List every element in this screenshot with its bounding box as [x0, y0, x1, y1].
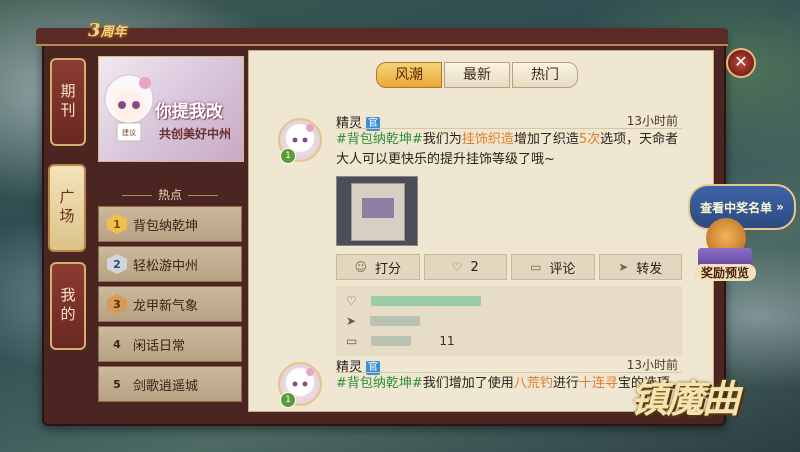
tab-square-label: 广场	[57, 189, 76, 227]
content-text: 我们为	[422, 132, 462, 147]
post-time: 13小时前	[626, 114, 678, 128]
divider	[336, 128, 682, 129]
post-card: 1 精灵官 13小时前 #背包纳乾坤#我们增加了使用八荒钓进行十连寻宝的选项	[278, 358, 682, 412]
comment-button[interactable]: ▭ 评论	[511, 254, 595, 280]
likers-row: ♡	[346, 294, 481, 308]
content-highlight: 挂饰织造	[461, 132, 514, 147]
content-text: 我们增加了使用	[422, 376, 514, 391]
content-highlight: 十连寻	[578, 376, 618, 391]
winner-list-label: 查看中奖名单	[700, 200, 773, 215]
rank-number: 4	[113, 337, 121, 351]
interaction-summary[interactable]: ♡ ➤ ▭ 11	[336, 286, 682, 356]
anniversary-suffix: 周年	[100, 25, 127, 40]
share-icon: ➤	[618, 260, 629, 274]
heart-icon: ♡	[451, 260, 463, 274]
banner-tag: 建议	[122, 128, 136, 137]
hot-item[interactable]: 5 剑歌逍遥城	[98, 366, 242, 402]
game-logo: 镇魔曲	[630, 376, 740, 421]
comment-label: 评论	[549, 261, 576, 277]
share-label: 转发	[636, 261, 663, 277]
like-button[interactable]: ♡ 2	[423, 254, 507, 280]
banner-title: 你提我改	[155, 102, 223, 122]
frame-top-bar	[36, 28, 728, 46]
hot-item[interactable]: 3 龙甲新气象	[98, 286, 242, 322]
hot-item[interactable]: 1 背包纳乾坤	[98, 206, 242, 242]
tab-square[interactable]: 广场	[48, 164, 86, 252]
blurred-names	[370, 296, 481, 306]
reward-preview-label: 奖励预览	[694, 264, 756, 281]
blurred-names	[371, 336, 412, 346]
comment-icon: ▭	[530, 260, 542, 274]
rank-number: 5	[113, 377, 121, 391]
tab-mine[interactable]: 我的	[50, 262, 86, 350]
anniversary-number: 3	[88, 20, 101, 41]
share-button[interactable]: ➤ 转发	[598, 254, 682, 280]
hot-item[interactable]: 2 轻松游中州	[98, 246, 242, 282]
tab-journal[interactable]: 期刊	[50, 58, 86, 146]
reply-count: 11	[439, 334, 455, 348]
tab-trend[interactable]: 风潮	[376, 62, 442, 88]
rate-button[interactable]: ☺ 打分	[336, 254, 420, 280]
comment-icon: ▭	[346, 334, 358, 348]
comments-row: ▭ 11	[346, 334, 455, 348]
hot-item-label: 背包纳乾坤	[133, 218, 199, 234]
hot-item-label: 轻松游中州	[133, 258, 199, 274]
level-badge: 1	[280, 392, 296, 408]
hashtag-link[interactable]: #背包纳乾坤#	[336, 376, 423, 391]
close-icon: ✕	[734, 52, 748, 71]
tab-mine-label: 我的	[58, 287, 77, 325]
chevron-right-icon: »	[776, 200, 784, 214]
tab-journal-label: 期刊	[58, 83, 77, 121]
reward-preview-button[interactable]: 奖励预览	[694, 218, 756, 284]
level-badge: 1	[280, 148, 296, 164]
heart-icon: ♡	[346, 294, 357, 308]
blurred-names	[370, 316, 421, 326]
event-banner[interactable]: 建议 你提我改 共创美好中州	[98, 56, 244, 162]
content-highlight: 八荒钓	[513, 376, 553, 391]
hot-item[interactable]: 4 闲话日常	[98, 326, 242, 362]
hashtag-link[interactable]: #背包纳乾坤#	[336, 132, 423, 147]
rate-icon: ☺	[354, 260, 367, 274]
sharers-row: ➤	[346, 314, 421, 328]
content-text: 进行	[552, 376, 579, 391]
share-icon: ➤	[346, 314, 357, 328]
rank-badge-icon: 3	[107, 294, 127, 314]
hot-item-label: 龙甲新气象	[133, 298, 199, 314]
hot-item-label: 闲话日常	[133, 338, 186, 354]
hot-item-label: 剑歌逍遥城	[133, 378, 199, 394]
anniversary-emblem: 3周年	[88, 20, 127, 41]
hot-topics-heading: 热点	[98, 186, 242, 203]
rank-badge-icon: 2	[107, 254, 127, 274]
post-actions: ☺ 打分 ♡ 2 ▭ 评论 ➤ 转发	[336, 254, 682, 280]
like-count: 2	[470, 259, 479, 275]
content-highlight: 5次	[578, 132, 601, 147]
banner-subtitle: 共创美好中州	[159, 127, 232, 141]
rate-label: 打分	[375, 261, 402, 277]
post-content: #背包纳乾坤#我们为挂饰织造增加了织造5次选项，天命者大人可以更快乐的提升挂饰等…	[336, 130, 682, 170]
close-button[interactable]: ✕	[726, 48, 756, 78]
post-card: 1 精灵官 13小时前 #背包纳乾坤#我们为挂饰织造增加了织造5次选项，天命者大…	[278, 114, 682, 358]
rank-badge-icon: 1	[107, 214, 127, 234]
post-image-thumbnail[interactable]	[336, 176, 418, 246]
content-text: 增加了织造	[513, 132, 579, 147]
tab-latest[interactable]: 最新	[444, 62, 510, 88]
chibi-character-icon: 建议	[104, 74, 154, 142]
tab-popular[interactable]: 热门	[512, 62, 578, 88]
feed-tabs: 风潮 最新 热门	[376, 62, 578, 88]
